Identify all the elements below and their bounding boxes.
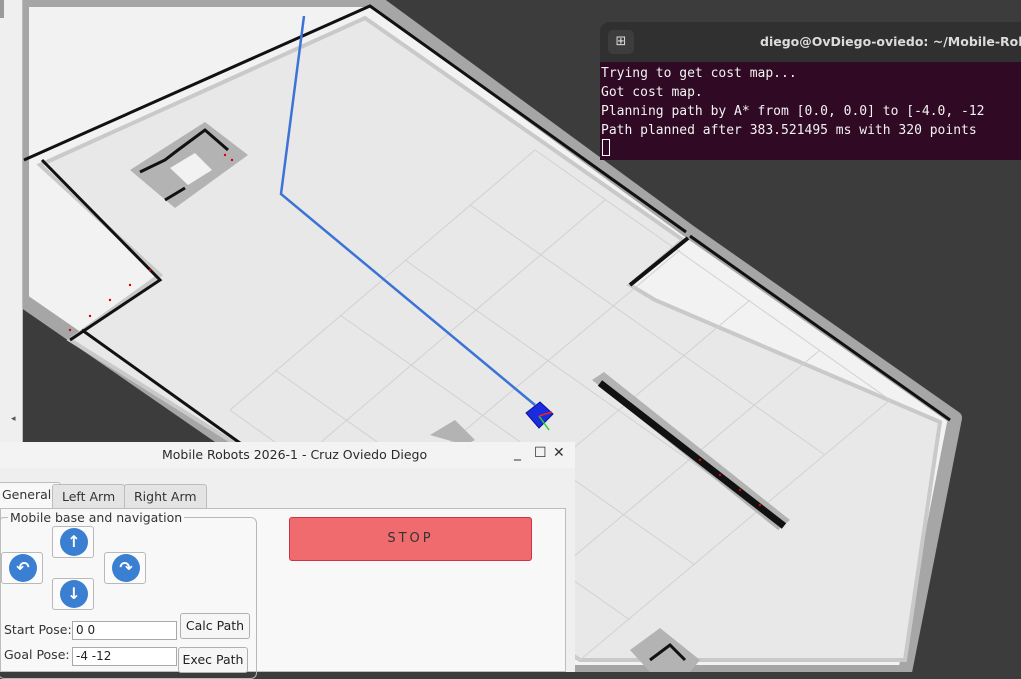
rotate-left-icon: ↶ [9,554,37,582]
panel-handle[interactable] [0,0,4,18]
terminal-line: Path planned after 383.521495 ms with 32… [601,123,977,138]
minimize-button[interactable]: _ [514,445,521,461]
terminal-line: Planning path by A* from [0.0, 0.0] to [… [601,104,985,119]
rviz-side-panel: ◂ [0,0,23,442]
goal-pose-label: Goal Pose: [4,647,70,662]
goal-pose-input[interactable]: -4 -12 [72,647,177,666]
rotate-right-icon: ↷ [112,554,140,582]
group-title: Mobile base and navigation [8,510,185,525]
start-pose-label: Start Pose: [4,622,72,637]
window-titlebar[interactable]: Mobile Robots 2026-1 - Cruz Oviedo Diego… [0,442,575,468]
window-title: Mobile Robots 2026-1 - Cruz Oviedo Diego [162,447,428,462]
tab-left-arm[interactable]: Left Arm [52,484,126,508]
terminal-window[interactable]: ⊞ diego@OvDiego-oviedo: ~/Mobile-Robots-… [600,22,1021,160]
terminal-line: Trying to get cost map... [601,66,797,81]
stop-button[interactable]: STOP [289,517,532,561]
collapse-arrow-icon[interactable]: ◂ [11,414,16,424]
maximize-button[interactable]: ☐ [534,445,547,461]
terminal-title: diego@OvDiego-oviedo: ~/Mobile-Robots-2 [760,34,1021,49]
turn-left-button[interactable]: ↶ [1,552,43,584]
gui-window: Mobile Robots 2026-1 - Cruz Oviedo Diego… [0,442,575,679]
turn-right-button[interactable]: ↷ [104,552,146,584]
new-tab-icon[interactable]: ⊞ [608,30,634,54]
arrow-up-icon: ↑ [60,528,88,556]
tab-bar: General Left Arm Right Arm [0,482,575,509]
terminal-header: ⊞ diego@OvDiego-oviedo: ~/Mobile-Robots-… [600,22,1021,62]
start-pose-input[interactable]: 0 0 [72,621,177,640]
backward-button[interactable]: ↓ [52,578,94,610]
close-button[interactable]: ✕ [553,445,565,461]
calc-path-button[interactable]: Calc Path [180,613,250,639]
arrow-down-icon: ↓ [60,580,88,608]
exec-path-button[interactable]: Exec Path [178,647,248,673]
terminal-line: Got cost map. [601,85,703,100]
terminal-output[interactable]: Trying to get cost map... Got cost map. … [600,62,1021,160]
terminal-cursor [602,139,610,156]
forward-button[interactable]: ↑ [52,526,94,558]
tab-right-arm[interactable]: Right Arm [124,484,207,508]
